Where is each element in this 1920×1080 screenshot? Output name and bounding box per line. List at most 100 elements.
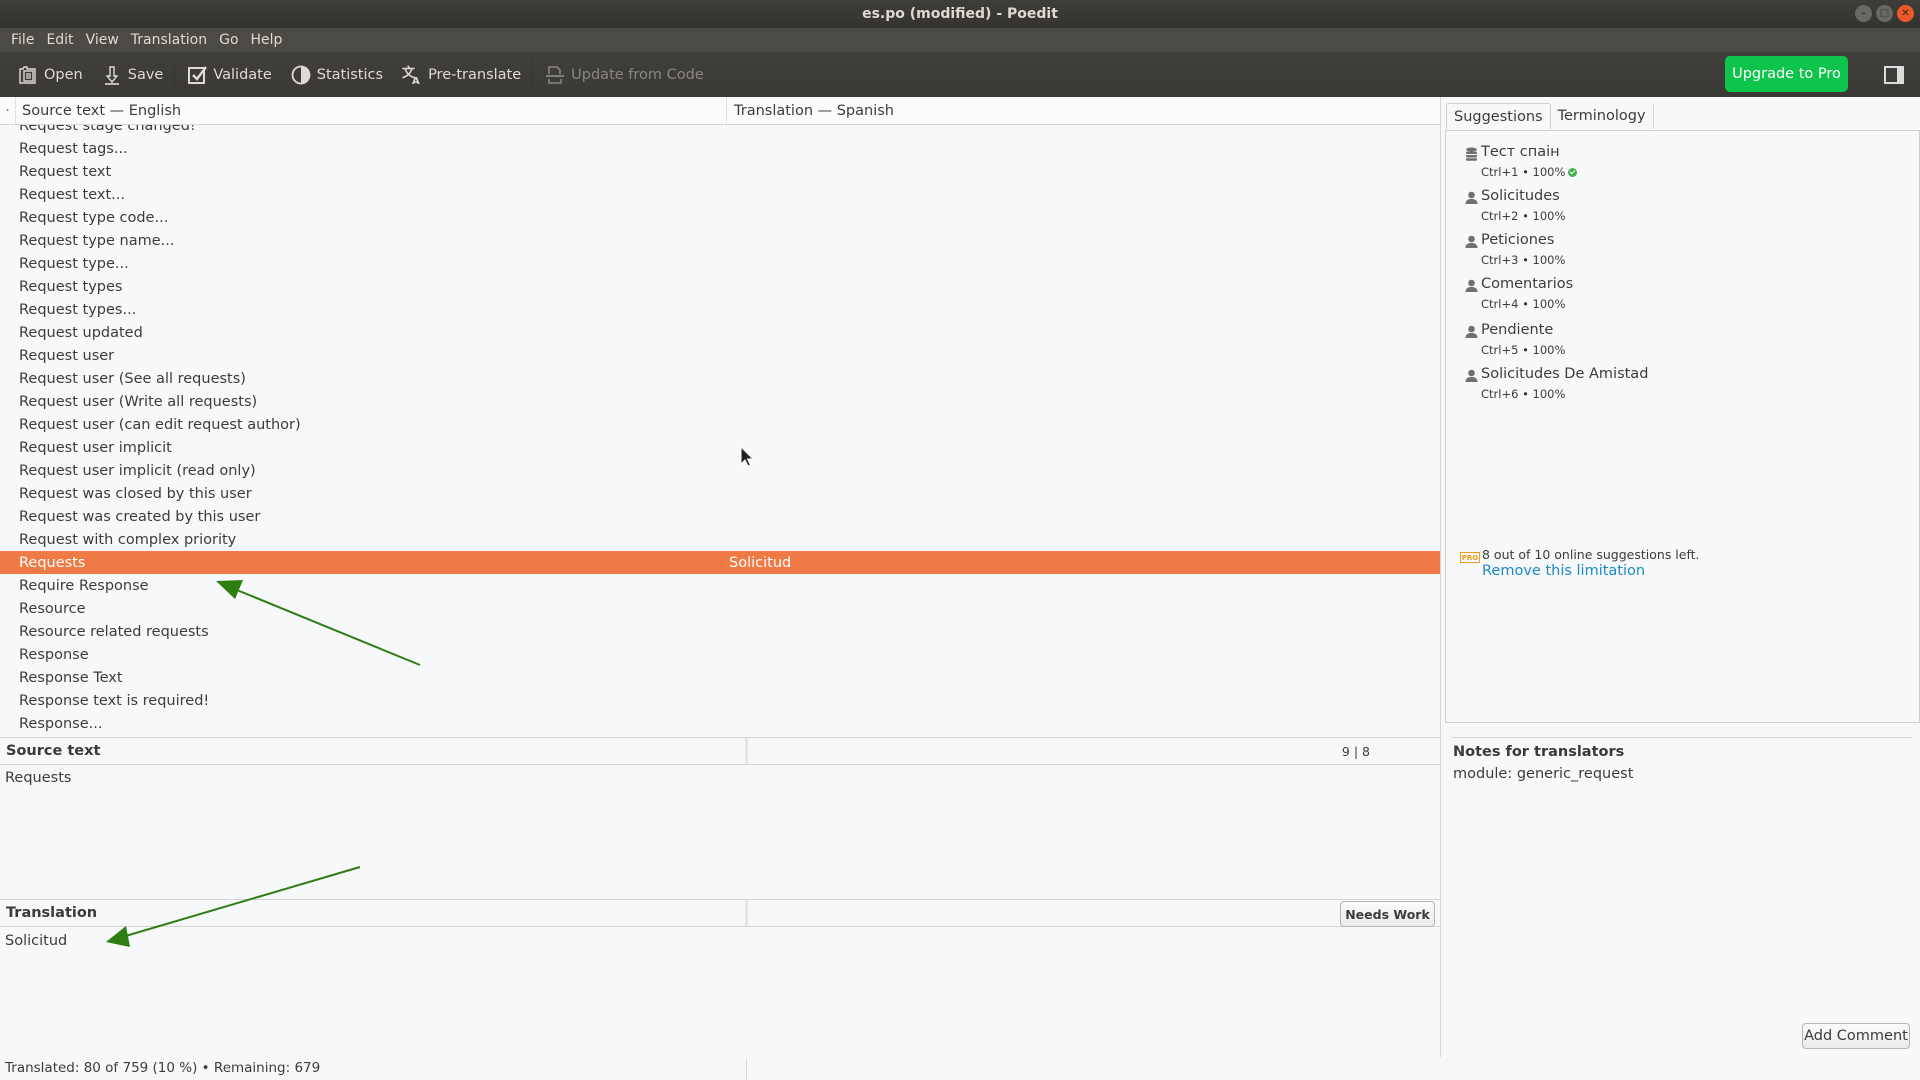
list-row[interactable]: Require Response: [0, 574, 1440, 597]
person-icon: [1465, 325, 1479, 339]
list-row[interactable]: Request user implicit: [0, 436, 1440, 459]
pretranslate-button[interactable]: 文A Pre-translate: [392, 58, 530, 92]
open-button[interactable]: Open: [8, 58, 92, 92]
character-counter: 9 | 8: [1341, 743, 1370, 759]
list-row[interactable]: Request user (can edit request author): [0, 413, 1440, 436]
row-source-text: Resource related requests: [19, 623, 209, 640]
suggestion-meta: Ctrl+1 • 100%: [1481, 165, 1578, 179]
status-bar-text: Translated: 80 of 759 (10 %) • Remaining…: [5, 1060, 321, 1076]
list-row[interactable]: Resource: [0, 597, 1440, 620]
pretranslate-label: Pre-translate: [428, 66, 522, 83]
suggestion-text: Solicitudes De Amistad: [1481, 366, 1649, 382]
sidebar-splitter[interactable]: [1440, 97, 1441, 1057]
list-row[interactable]: Request user (See all requests): [0, 367, 1440, 390]
update-from-code-button[interactable]: Update from Code: [535, 58, 713, 92]
source-column-header[interactable]: Source text — English: [16, 97, 727, 124]
list-row[interactable]: Request tags...: [0, 137, 1440, 160]
minimize-button[interactable]: –: [1855, 5, 1872, 22]
suggestion-shortcut-score: Ctrl+2 • 100%: [1481, 209, 1566, 223]
row-source-text: Request text...: [19, 186, 125, 203]
pro-badge-icon: PRO: [1460, 552, 1480, 563]
toolbar-separator: [174, 59, 176, 90]
suggestion-meta: Ctrl+3 • 100%: [1481, 253, 1565, 267]
list-row[interactable]: Request text...: [0, 183, 1440, 206]
database-icon: [1465, 147, 1479, 161]
needs-work-toggle[interactable]: Needs Work: [1340, 901, 1435, 927]
pie-chart-icon: [290, 64, 312, 86]
list-row[interactable]: Response text is required!: [0, 689, 1440, 712]
list-row[interactable]: Response Text: [0, 666, 1440, 689]
row-source-text: Response Text: [19, 669, 123, 686]
menu-edit[interactable]: Edit: [41, 32, 78, 48]
menu-file[interactable]: File: [6, 32, 39, 48]
list-row[interactable]: Response: [0, 643, 1440, 666]
remove-limitation-link[interactable]: Remove this limitation: [1482, 563, 1645, 579]
list-row[interactable]: Request updated: [0, 321, 1440, 344]
menu-help[interactable]: Help: [246, 32, 288, 48]
list-row[interactable]: Request text: [0, 160, 1440, 183]
window-controls: – □ ✕: [1855, 5, 1914, 22]
list-row[interactable]: Request type...: [0, 252, 1440, 275]
list-row[interactable]: Request types: [0, 275, 1440, 298]
add-comment-button[interactable]: Add Comment: [1802, 1023, 1910, 1049]
statistics-button[interactable]: Statistics: [281, 58, 392, 92]
suggestion-shortcut-score: Ctrl+5 • 100%: [1481, 343, 1566, 357]
status-column-header[interactable]: ·: [0, 97, 16, 124]
list-row[interactable]: Resource related requests: [0, 620, 1440, 643]
list-row[interactable]: Request user: [0, 344, 1440, 367]
row-source-text: Request type code...: [19, 209, 169, 226]
toolbar-separator: [532, 59, 534, 90]
save-download-icon: [101, 64, 123, 86]
translation-list[interactable]: Request stage changed! Request tags... Req…: [0, 125, 1440, 737]
list-row-selected[interactable]: Requests Solicitud: [0, 551, 1440, 574]
online-suggestions-limit: 8 out of 10 online suggestions left.: [1482, 547, 1700, 562]
maximize-button[interactable]: □: [1876, 5, 1893, 22]
list-row[interactable]: Request was created by this user: [0, 505, 1440, 528]
row-source-text: Request stage changed!: [19, 125, 196, 134]
menu-view[interactable]: View: [81, 32, 124, 48]
row-source-text: Request user: [19, 347, 115, 364]
source-text-label: Source text: [0, 738, 748, 764]
list-row[interactable]: Request user (Write all requests): [0, 390, 1440, 413]
row-source-text: Response text is required!: [19, 692, 210, 709]
list-row[interactable]: Response...: [0, 712, 1440, 735]
menu-go[interactable]: Go: [214, 32, 243, 48]
suggestion-meta: Ctrl+4 • 100%: [1481, 297, 1565, 311]
suggestion-text: Тест спаін: [1481, 144, 1560, 160]
list-row[interactable]: Request type code...: [0, 206, 1440, 229]
translate-icon: 文A: [401, 64, 423, 86]
person-icon: [1465, 235, 1479, 249]
svg-text:A: A: [412, 76, 420, 86]
list-row[interactable]: Request was closed by this user: [0, 482, 1440, 505]
row-source-text: Request user implicit (read only): [19, 462, 256, 479]
upgrade-to-pro-button[interactable]: Upgrade to Pro: [1725, 56, 1848, 92]
suggestion-shortcut-score: Ctrl+4 • 100%: [1481, 297, 1566, 311]
save-button[interactable]: Save: [92, 58, 173, 92]
open-folder-icon: [17, 64, 39, 86]
close-button[interactable]: ✕: [1897, 5, 1914, 22]
open-label: Open: [44, 66, 83, 83]
list-row[interactable]: Request types...: [0, 298, 1440, 321]
tab-suggestions[interactable]: Suggestions: [1446, 103, 1551, 129]
menu-translation[interactable]: Translation: [126, 32, 212, 48]
status-bar-divider: [746, 1058, 747, 1080]
validate-button[interactable]: Validate: [177, 58, 280, 92]
row-source-text: Request was closed by this user: [19, 485, 252, 502]
translation-input[interactable]: Solicitud: [5, 933, 1425, 1043]
list-row[interactable]: Request stage changed!: [0, 125, 1440, 137]
translation-column-header[interactable]: Translation — Spanish: [727, 103, 894, 119]
tab-terminology[interactable]: Terminology: [1551, 103, 1654, 129]
translation-label: Translation: [0, 900, 748, 926]
row-source-text: Request user (can edit request author): [19, 416, 301, 433]
list-row[interactable]: Request type name...: [0, 229, 1440, 252]
toolbar: Open Save Validate Statistics 文A Pre-tra…: [0, 52, 1920, 97]
row-source-text: Require Response: [19, 577, 149, 594]
sidebar-toggle-icon[interactable]: [1884, 66, 1904, 84]
notes-text: module: generic_request: [1453, 766, 1634, 782]
list-row[interactable]: Request user implicit (read only): [0, 459, 1440, 482]
row-source-text: Request user (Write all requests): [19, 393, 258, 410]
row-source-text: Request type...: [19, 255, 129, 272]
suggestion-text: Comentarios: [1481, 276, 1574, 292]
list-row[interactable]: Request with complex priority: [0, 528, 1440, 551]
suggestion-text: Peticiones: [1481, 232, 1555, 248]
